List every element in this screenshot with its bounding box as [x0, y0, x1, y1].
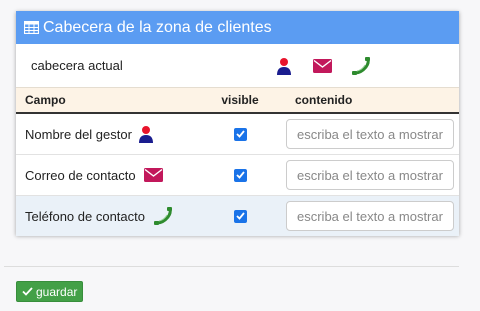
- person-icon: [275, 57, 293, 75]
- table-body: Nombre del gestor Correo de contact: [16, 114, 459, 236]
- client-header-panel: Cabecera de la zona de clientes cabecera…: [16, 11, 459, 236]
- row-label: Teléfono de contacto: [25, 208, 145, 224]
- table-row: Correo de contacto: [16, 155, 459, 196]
- column-header-field: Campo: [25, 93, 66, 107]
- table-header: Campo visible contenido: [16, 87, 459, 114]
- column-header-visible: visible: [221, 93, 259, 107]
- panel-title: Cabecera de la zona de clientes: [43, 18, 272, 36]
- row-label: Nombre del gestor: [25, 126, 132, 142]
- row-label: Correo de contacto: [25, 167, 136, 183]
- visible-checkbox[interactable]: [233, 127, 247, 141]
- content-input[interactable]: [286, 201, 454, 231]
- phone-icon: [351, 56, 371, 76]
- table-row: Teléfono de contacto: [16, 196, 459, 236]
- visible-checkbox[interactable]: [233, 168, 247, 182]
- table-row: Nombre del gestor: [16, 114, 459, 155]
- table-icon: [24, 21, 39, 34]
- person-icon: [138, 125, 154, 143]
- content-input[interactable]: [286, 160, 454, 190]
- checkmark-icon: [22, 287, 33, 296]
- save-button-label: guardar: [36, 284, 78, 299]
- panel-header: Cabecera de la zona de clientes: [16, 11, 459, 44]
- envelope-icon: [313, 58, 332, 73]
- current-header-preview: cabecera actual: [16, 44, 459, 87]
- content-input[interactable]: [286, 119, 454, 149]
- visible-checkbox[interactable]: [233, 209, 247, 223]
- current-header-label: cabecera actual: [31, 58, 123, 73]
- divider: [4, 266, 459, 267]
- save-button[interactable]: guardar: [16, 281, 84, 302]
- envelope-icon: [143, 168, 163, 182]
- column-header-content: contenido: [295, 93, 353, 107]
- phone-icon: [153, 206, 173, 226]
